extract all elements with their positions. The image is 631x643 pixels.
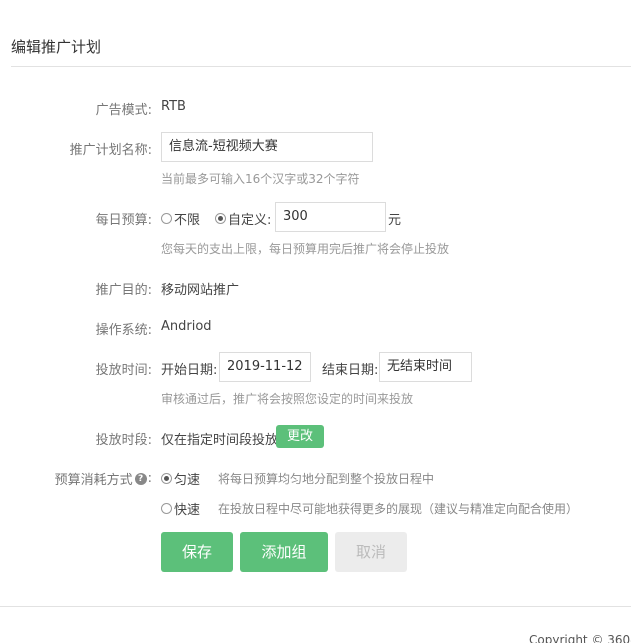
plan-name-label: 推广计划名称: bbox=[69, 143, 152, 158]
add-group-button[interactable]: 添加组 bbox=[240, 532, 328, 572]
period-value: 仅在指定时间段投放 bbox=[161, 433, 279, 448]
budget-custom-radio[interactable]: 自定义: bbox=[215, 209, 271, 228]
period-label: 投放时段: bbox=[95, 433, 152, 448]
os-value: Andriod bbox=[161, 319, 212, 334]
mode-even-desc: 将每日预算均匀地分配到整个投放日程中 bbox=[218, 472, 435, 486]
radio-unchecked-icon bbox=[161, 213, 172, 224]
start-date-label: 开始日期: bbox=[161, 363, 218, 378]
change-period-button[interactable]: 更改 bbox=[276, 425, 324, 448]
radio-checked-icon bbox=[161, 473, 172, 484]
start-date-input[interactable]: 2019-11-12 bbox=[219, 352, 311, 382]
radio-checked-icon bbox=[215, 213, 226, 224]
daily-budget-label: 每日预算: bbox=[95, 213, 152, 228]
daily-budget-input[interactable]: 300 bbox=[275, 202, 386, 232]
daily-budget-hint: 您每天的支出上限，每日预算用完后推广将会停止投放 bbox=[161, 242, 450, 256]
footer-divider bbox=[0, 606, 631, 607]
radio-unchecked-icon bbox=[161, 503, 172, 514]
purpose-label: 推广目的: bbox=[95, 283, 152, 298]
budget-unlimited-label: 不限 bbox=[174, 213, 201, 228]
cancel-button[interactable]: 取消 bbox=[335, 532, 407, 572]
page-title: 编辑推广计划 bbox=[11, 38, 102, 56]
plan-name-input[interactable]: 信息流-短视频大赛 bbox=[161, 132, 373, 162]
os-label: 操作系统: bbox=[95, 323, 152, 338]
mode-even-radio[interactable]: 匀速 bbox=[161, 469, 200, 488]
ad-mode-label: 广告模式: bbox=[95, 103, 152, 118]
end-date-input[interactable]: 无结束时间 bbox=[379, 352, 472, 382]
mode-even-label: 匀速 bbox=[174, 473, 201, 488]
title-divider bbox=[11, 66, 631, 67]
budget-mode-label: 预算消耗方式 bbox=[54, 473, 133, 488]
mode-fast-label: 快速 bbox=[174, 503, 201, 518]
budget-unit: 元 bbox=[388, 213, 402, 228]
budget-mode-colon: : bbox=[147, 471, 152, 486]
budget-mode-label-group: 预算消耗方式 ? : bbox=[2, 469, 152, 488]
help-icon[interactable]: ? bbox=[134, 472, 147, 485]
mode-fast-radio[interactable]: 快速 bbox=[161, 499, 200, 518]
mode-fast-desc: 在投放日程中尽可能地获得更多的展现（建议与精准定向配合使用） bbox=[218, 502, 579, 516]
copyright: Copyright © 360导 bbox=[529, 633, 631, 643]
plan-name-hint: 当前最多可输入16个汉字或32个字符 bbox=[161, 172, 360, 186]
save-button[interactable]: 保存 bbox=[161, 532, 233, 572]
schedule-hint: 审核通过后，推广将会按照您设定的时间来投放 bbox=[161, 392, 414, 406]
end-date-label: 结束日期: bbox=[322, 363, 379, 378]
ad-mode-value: RTB bbox=[161, 99, 186, 114]
purpose-value: 移动网站推广 bbox=[161, 283, 240, 298]
schedule-label: 投放时间: bbox=[95, 363, 152, 378]
budget-custom-label: 自定义: bbox=[228, 213, 272, 228]
budget-unlimited-radio[interactable]: 不限 bbox=[161, 209, 200, 228]
